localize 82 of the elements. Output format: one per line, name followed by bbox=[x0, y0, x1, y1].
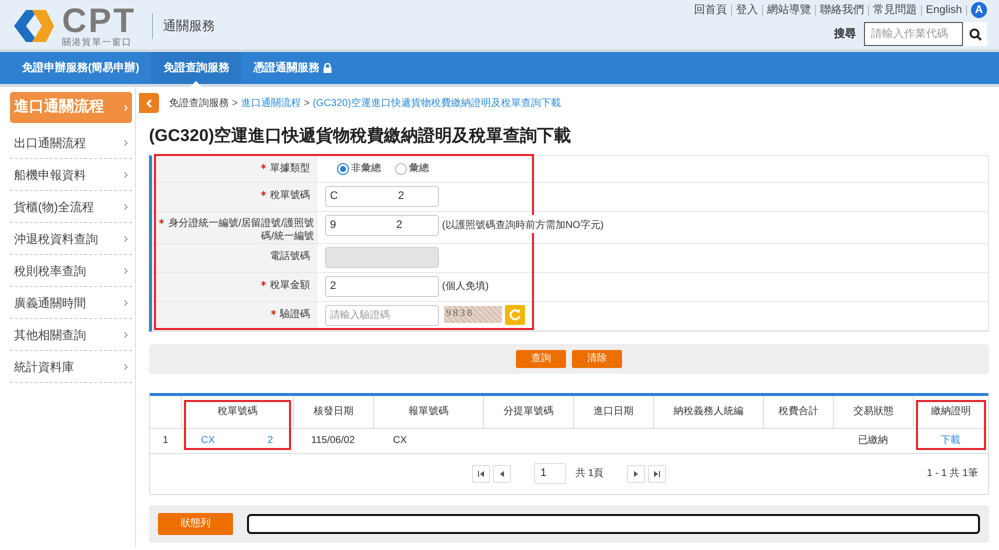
chevron-left-icon bbox=[146, 98, 152, 108]
field-label: 身分證統一編號/居留證號/護照號碼/統一編號 bbox=[156, 216, 314, 242]
sidebar-item[interactable]: 廣義通關時間 bbox=[10, 287, 132, 319]
field-label: 驗證碼 bbox=[271, 308, 310, 320]
chevron-icon bbox=[124, 332, 128, 338]
selected-pointer-icon bbox=[190, 81, 202, 87]
sidebar-item[interactable]: 沖退稅資料查詢 bbox=[10, 223, 132, 255]
sidebar-item[interactable]: 其他相關查詢 bbox=[10, 319, 132, 351]
column-header: 進口日期 bbox=[573, 396, 653, 428]
column-header: 稅單號碼 bbox=[181, 396, 293, 428]
column-header: 納稅義務人統編 bbox=[653, 396, 763, 428]
column-header: 繳納證明 bbox=[913, 396, 988, 428]
breadcrumb-separator: > bbox=[232, 96, 238, 110]
column-header: 稅費合計 bbox=[763, 396, 833, 428]
collapse-button[interactable] bbox=[139, 93, 159, 113]
page-input-field[interactable]: 1 bbox=[534, 463, 566, 484]
column-header: 交易狀態 bbox=[833, 396, 913, 428]
search-icon bbox=[968, 28, 982, 40]
table-cell-text: 已繳納 bbox=[857, 434, 889, 448]
refresh-icon bbox=[509, 308, 521, 320]
breadcrumb-link[interactable]: (GC320)空運進口快遞貨物稅費繳納證明及稅單查詢下載 bbox=[312, 96, 562, 110]
chevron-icon bbox=[124, 204, 128, 210]
chevron-icon bbox=[124, 140, 128, 146]
previous-icon bbox=[500, 470, 504, 476]
field-note: (以護照號碼查詢時前方需加NO字元) bbox=[442, 214, 604, 232]
field-label: 稅單金額 bbox=[261, 278, 310, 292]
field-label: 單據類型 bbox=[261, 162, 310, 174]
table-cell-text: 1 bbox=[162, 434, 170, 448]
last-page-icon bbox=[654, 470, 660, 476]
bill-number-link[interactable]: CX 2 bbox=[181, 433, 293, 448]
field-label: 電話號碼 bbox=[270, 250, 310, 262]
chevron-icon bbox=[124, 268, 128, 274]
accessibility-badge[interactable]: A bbox=[971, 2, 987, 18]
pager-button[interactable] bbox=[472, 464, 490, 482]
next-icon bbox=[634, 470, 638, 476]
captcha-input-field[interactable]: 請輸入驗證碼 bbox=[325, 304, 439, 326]
sidebar-item[interactable]: 貨櫃(物)全流程 bbox=[10, 191, 132, 223]
sidebar-item[interactable]: 船機申報資料 bbox=[10, 159, 132, 191]
pager-button[interactable] bbox=[626, 464, 645, 482]
chevron-icon bbox=[124, 300, 128, 306]
column-header: 分提單號碼 bbox=[483, 396, 573, 428]
column-header: 核發日期 bbox=[293, 396, 373, 428]
sidebar-item[interactable]: 統計資料庫 bbox=[10, 351, 132, 383]
nav-tab[interactable]: 免證查詢服務 bbox=[151, 52, 242, 84]
radio-option[interactable]: 彙總 bbox=[395, 161, 429, 176]
pager-button[interactable] bbox=[648, 464, 666, 482]
pager-button[interactable] bbox=[493, 464, 512, 482]
top-link[interactable]: 回首頁 bbox=[690, 4, 732, 16]
radio-option[interactable]: 非彙總 bbox=[337, 161, 381, 176]
top-link[interactable]: 聯絡我們 bbox=[816, 4, 869, 16]
site-title: 通關服務 bbox=[152, 12, 215, 38]
top-link[interactable]: English bbox=[922, 4, 967, 16]
field-label: 稅單號碼 bbox=[261, 188, 310, 202]
table-cell-text: CX bbox=[392, 434, 408, 448]
page-count: 共 1頁 bbox=[575, 466, 604, 481]
breadcrumb-separator: > bbox=[304, 96, 310, 110]
chevron-icon bbox=[124, 236, 128, 242]
column-header: 報單號碼 bbox=[373, 396, 483, 428]
top-link[interactable]: 登入 bbox=[732, 4, 763, 16]
logo-mark-icon bbox=[12, 8, 56, 44]
logo-subtitle: 關港貿單一窗口 bbox=[62, 38, 133, 47]
captcha-image: 9838 bbox=[444, 306, 502, 322]
result-summary: 1 - 1 共 1筆 bbox=[926, 466, 978, 480]
input-field[interactable]: C 2 bbox=[325, 186, 439, 206]
chevron-icon bbox=[124, 172, 128, 178]
top-link[interactable]: 常見問題 bbox=[868, 4, 922, 16]
chevron-icon bbox=[124, 104, 128, 110]
page-title: (GC320)空運進口快遞貨物稅費繳納證明及稅單查詢下載 bbox=[149, 125, 572, 147]
top-link[interactable]: 網站導覽 bbox=[762, 4, 816, 16]
input-field[interactable]: 2 bbox=[325, 276, 439, 296]
input-field[interactable]: 9 2 bbox=[325, 214, 439, 236]
sidebar-item[interactable]: 出口通關流程 bbox=[10, 127, 132, 159]
breadcrumb-link[interactable]: 進口通關流程 bbox=[240, 96, 301, 110]
first-page-icon bbox=[478, 470, 484, 476]
sidebar-item[interactable]: 稅則稅率查詢 bbox=[10, 255, 132, 287]
download-link[interactable]: 下載 bbox=[940, 435, 960, 446]
chevron-icon bbox=[124, 364, 128, 370]
table-cell-text: 115/06/02 bbox=[310, 434, 356, 448]
search-label: 搜尋 bbox=[834, 26, 856, 42]
breadcrumb-link[interactable]: 免證查詢服務 bbox=[169, 96, 229, 110]
logo-text: CPT bbox=[62, 4, 136, 38]
search-field[interactable]: 請輸入作業代碼 bbox=[864, 22, 963, 46]
